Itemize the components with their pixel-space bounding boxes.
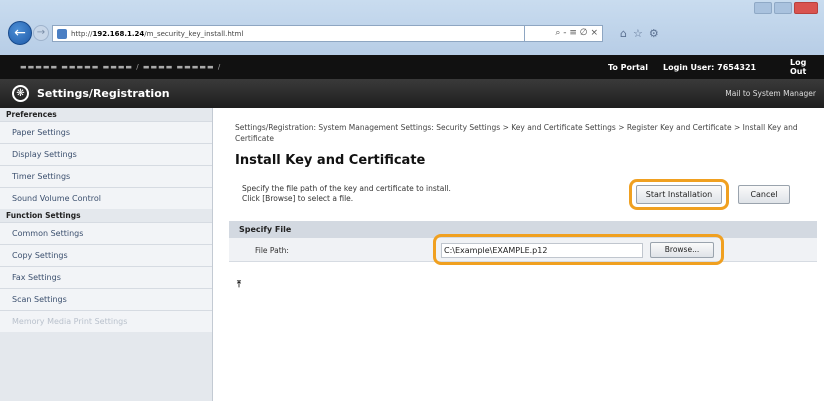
sidebar-item-paper-settings[interactable]: Paper Settings bbox=[0, 121, 212, 143]
title-bar: ❋ Settings/Registration Mail to System M… bbox=[0, 79, 824, 108]
gear-icon[interactable]: ⚙ bbox=[649, 27, 659, 40]
login-user: Login User: 7654321 bbox=[663, 62, 757, 72]
logout-link[interactable]: Log Out bbox=[790, 58, 824, 76]
minimize-icon[interactable] bbox=[754, 2, 772, 14]
sidebar-item-timer-settings[interactable]: Timer Settings bbox=[0, 165, 212, 187]
search-controls[interactable]: ⌕ - ≡ ∅ × bbox=[525, 25, 603, 42]
file-path-label: File Path: bbox=[255, 246, 289, 255]
sidebar-item-sound-volume-control[interactable]: Sound Volume Control bbox=[0, 187, 212, 209]
browser-toolbar: ← → http://192.168.1.24/m_security_key_i… bbox=[0, 0, 824, 55]
sidebar-item-memory-media-print-settings[interactable]: Memory Media Print Settings bbox=[0, 310, 212, 332]
address-bar[interactable]: http://192.168.1.24/m_security_key_insta… bbox=[52, 25, 525, 42]
sidebar-item-display-settings[interactable]: Display Settings bbox=[0, 143, 212, 165]
star-icon[interactable]: ☆ bbox=[633, 27, 643, 40]
instructions: Specify the file path of the key and cer… bbox=[242, 184, 451, 204]
home-icon[interactable]: ⌂ bbox=[620, 27, 627, 40]
sidebar-item-fax-settings[interactable]: Fax Settings bbox=[0, 266, 212, 288]
sidebar-heading-function-settings: Function Settings bbox=[0, 209, 212, 222]
sidebar-heading-preferences: Preferences bbox=[0, 108, 212, 121]
breadcrumb: Settings/Registration: System Management… bbox=[235, 123, 798, 143]
window-controls bbox=[754, 2, 818, 14]
sidebar-item-common-settings[interactable]: Common Settings bbox=[0, 222, 212, 244]
mail-to-system-manager-link[interactable]: Mail to System Manager bbox=[725, 89, 816, 98]
instructions-line-2: Click [Browse] to select a file. bbox=[242, 194, 354, 203]
section-heading: Install Key and Certificate bbox=[235, 153, 426, 168]
forward-arrow-icon[interactable]: → bbox=[33, 25, 49, 41]
browse-button[interactable]: Browse... bbox=[650, 242, 714, 258]
portal-bar: ▬▬▬▬▬ ▬▬▬▬▬ ▬▬▬▬ / ▬▬▬▬ ▬▬▬▬▬ / To Porta… bbox=[0, 55, 824, 79]
back-arrow-icon[interactable]: ← bbox=[8, 21, 32, 45]
cancel-button[interactable]: Cancel bbox=[738, 185, 790, 204]
start-installation-button[interactable]: Start Installation bbox=[636, 185, 722, 204]
main-content: Settings/Registration: System Management… bbox=[213, 108, 824, 401]
sidebar-item-scan-settings[interactable]: Scan Settings bbox=[0, 288, 212, 310]
product-name-redacted: ▬▬▬▬▬ ▬▬▬▬▬ ▬▬▬▬ / ▬▬▬▬ ▬▬▬▬▬ / bbox=[20, 63, 222, 71]
sidebar: Preferences Paper Settings Display Setti… bbox=[0, 108, 213, 401]
url-text: http://192.168.1.24/m_security_key_insta… bbox=[71, 29, 244, 38]
close-icon[interactable] bbox=[794, 2, 818, 14]
instructions-line-1: Specify the file path of the key and cer… bbox=[242, 184, 451, 193]
browser-tools: ⌂ ☆ ⚙ bbox=[620, 27, 659, 40]
back-to-top-icon[interactable]: ⤒ bbox=[237, 280, 241, 290]
page-title: Settings/Registration bbox=[37, 87, 170, 100]
page-icon bbox=[57, 28, 67, 39]
to-portal-link[interactable]: To Portal bbox=[608, 63, 648, 72]
sidebar-item-copy-settings[interactable]: Copy Settings bbox=[0, 244, 212, 266]
settings-registration-icon: ❋ bbox=[12, 85, 29, 102]
maximize-icon[interactable] bbox=[774, 2, 792, 14]
